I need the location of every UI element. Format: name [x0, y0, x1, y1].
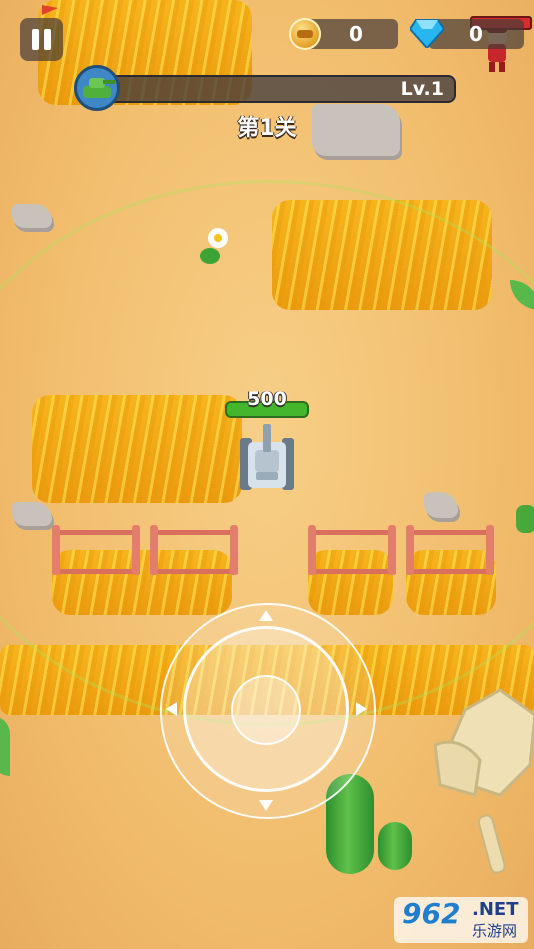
fence [150, 525, 238, 575]
fence [406, 525, 494, 575]
watermark-brand: 962 [402, 897, 461, 930]
fence [52, 525, 140, 575]
flower-plant [196, 226, 236, 266]
gem-icon [410, 19, 444, 48]
arrow-up-icon [259, 610, 273, 621]
dinosaur-fossil [430, 685, 534, 875]
green-plant [516, 505, 534, 533]
player-health-value: 500 [247, 388, 287, 410]
joystick-knob[interactable] [231, 675, 301, 745]
level-progress-bar: Lv.1 [96, 75, 456, 103]
gem-count: 0 [469, 22, 483, 46]
tank-player [238, 418, 296, 494]
rock [12, 502, 52, 526]
watermark-site: 乐游网 [472, 922, 518, 940]
arrow-right-icon [356, 702, 367, 716]
coin-count: 0 [349, 22, 363, 46]
fence [308, 525, 396, 575]
rock [12, 204, 52, 228]
stage-title: 第1关 [237, 116, 297, 141]
arrow-down-icon [259, 800, 273, 811]
pause-icon [44, 29, 51, 50]
cactus [378, 822, 412, 870]
coin-icon [289, 18, 321, 50]
palm-leaf [0, 716, 10, 776]
pause-icon [32, 29, 39, 50]
arrow-left-icon [166, 702, 177, 716]
watermark-suffix: .NET [472, 899, 519, 920]
pause-button[interactable] [20, 18, 63, 61]
level-label: Lv.1 [400, 78, 444, 100]
tank-level-icon [74, 65, 120, 111]
